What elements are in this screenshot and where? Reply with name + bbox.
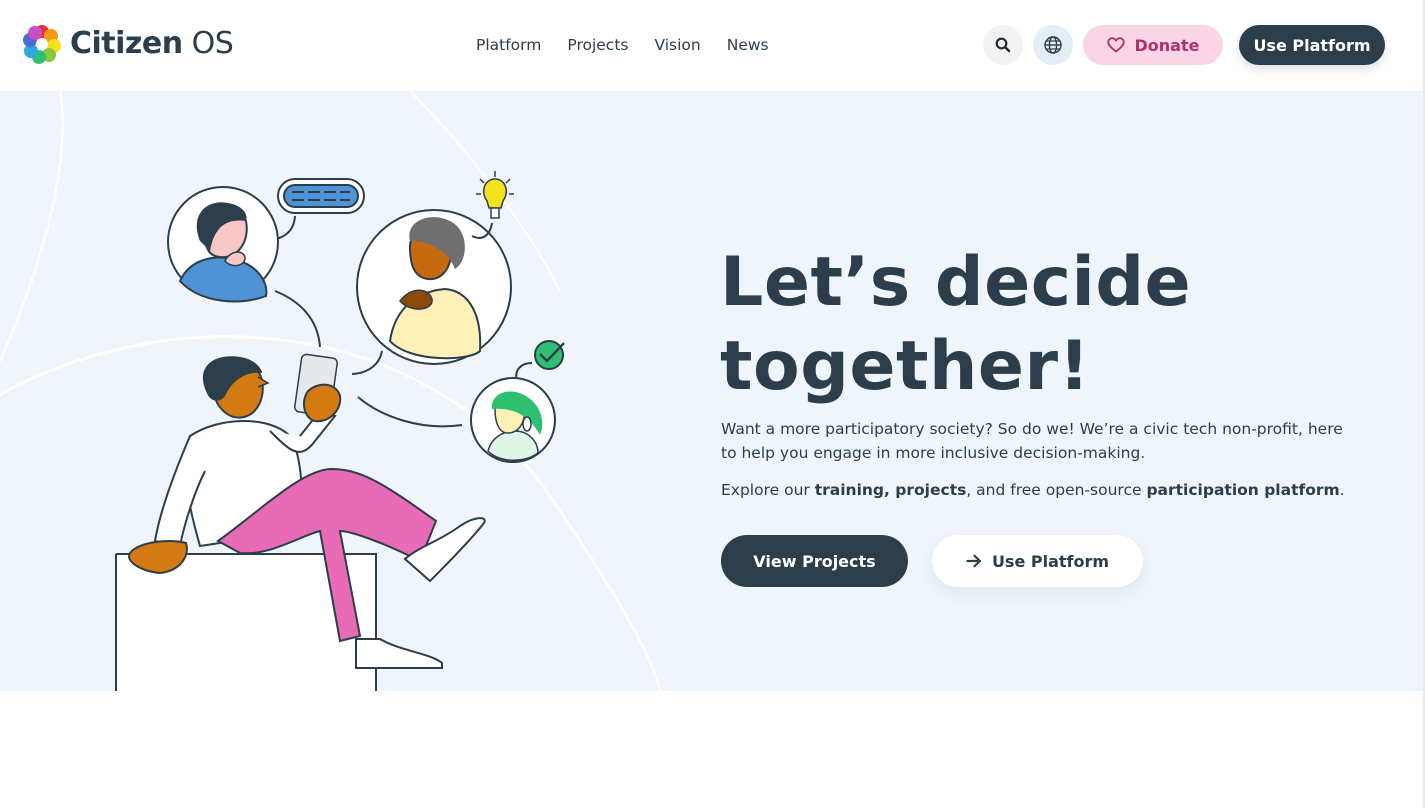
- logo[interactable]: Citizen OS: [22, 24, 234, 64]
- headline-line-2: together!: [720, 327, 1091, 406]
- search-icon: [995, 37, 1011, 53]
- nav-item-vision[interactable]: Vision: [654, 33, 700, 57]
- explore-middle: , and free open-source: [966, 481, 1147, 499]
- brand-name: Citizen OS: [70, 26, 234, 61]
- hero-explore-text: Explore our training, projects, and free…: [721, 478, 1361, 502]
- explore-prefix: Explore our: [721, 481, 815, 499]
- hero-use-platform-button[interactable]: Use Platform: [932, 535, 1143, 587]
- hero-section: Let’s decide together! Want a more parti…: [0, 91, 1425, 691]
- explore-training-projects: training, projects: [814, 481, 967, 499]
- hero-intro: Want a more participatory society? So do…: [721, 420, 1343, 462]
- heart-icon: [1106, 37, 1125, 53]
- hero-use-platform-label: Use Platform: [991, 551, 1110, 571]
- flower-logo-icon: [23, 25, 61, 64]
- nav-item-platform[interactable]: Platform: [476, 33, 541, 57]
- arrow-right-icon: [966, 554, 982, 568]
- main-nav: Platform Projects Vision News: [476, 33, 769, 57]
- donate-button[interactable]: Donate: [1083, 25, 1223, 65]
- search-button[interactable]: [983, 25, 1023, 65]
- view-projects-button[interactable]: View Projects: [721, 535, 908, 587]
- globe-icon: [1044, 36, 1062, 54]
- nav-item-news[interactable]: News: [727, 33, 769, 57]
- nav-item-projects[interactable]: Projects: [567, 33, 628, 57]
- donate-label: Donate: [1134, 35, 1200, 55]
- headline-line-1: Let’s decide: [720, 243, 1192, 322]
- explore-suffix: .: [1339, 481, 1345, 499]
- language-button[interactable]: [1033, 25, 1073, 65]
- site-header: Citizen OS Platform Projects Vision News…: [0, 0, 1425, 91]
- use-platform-button[interactable]: Use Platform: [1239, 25, 1385, 65]
- hero-headline: Let’s decide together!: [720, 241, 1360, 409]
- hero-illustration: [115, 171, 565, 691]
- explore-participation-platform: participation platform: [1146, 481, 1340, 499]
